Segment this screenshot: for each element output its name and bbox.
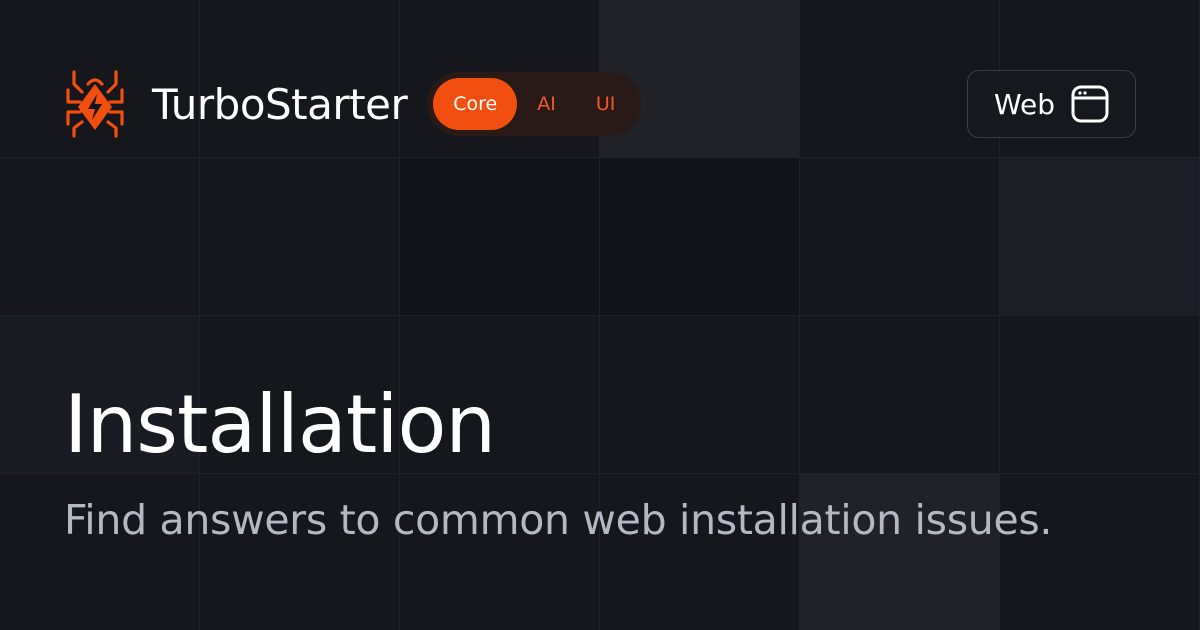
platform-web-button[interactable]: Web xyxy=(967,70,1136,138)
platform-label: Web xyxy=(993,87,1056,121)
product-tabs: Core AI UI xyxy=(427,72,642,136)
tab-ai[interactable]: AI xyxy=(517,78,576,130)
page-subtitle: Find answers to common web installation … xyxy=(64,496,1053,544)
tab-core[interactable]: Core xyxy=(433,78,518,130)
page-title: Installation xyxy=(64,378,496,471)
browser-window-icon xyxy=(1071,85,1109,123)
tab-ui[interactable]: UI xyxy=(576,78,636,130)
spider-bolt-icon xyxy=(66,70,124,138)
brand-name: TurboStarter xyxy=(152,79,408,129)
